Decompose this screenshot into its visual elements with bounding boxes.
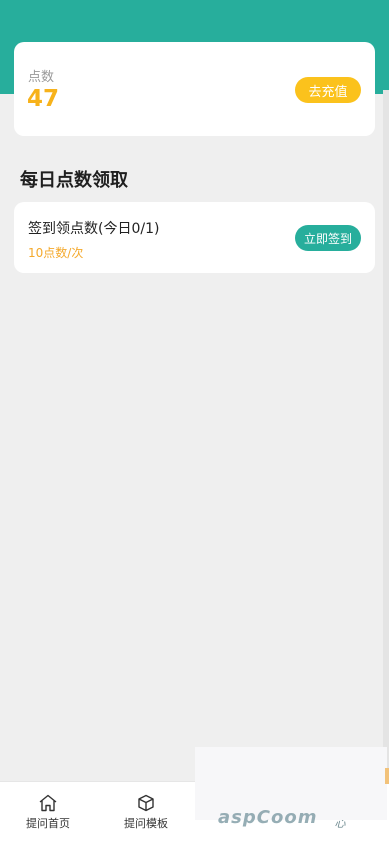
tab-template[interactable]: 提问模板 [106, 794, 186, 831]
tab-home-label: 提问首页 [26, 817, 70, 830]
checkin-card: 签到领点数(今日0/1) 10点数/次 立即签到 [14, 202, 375, 273]
points-card: 点数 47 去充值 [14, 42, 375, 136]
checkin-title: 签到领点数(今日0/1) [28, 221, 160, 237]
watermark: aspCoom [218, 807, 318, 828]
tab-template-label: 提问模板 [124, 817, 168, 830]
home-icon [38, 794, 58, 812]
section-title: 每日点数领取 [20, 170, 128, 191]
edge-badge [385, 768, 389, 784]
scroll-edge [383, 90, 389, 780]
points-value: 47 [27, 86, 60, 112]
tab-home[interactable]: 提问首页 [8, 794, 88, 831]
recharge-button[interactable]: 去充值 [295, 77, 361, 103]
points-label: 点数 [28, 70, 55, 85]
cube-icon [137, 794, 155, 812]
checkin-reward: 10点数/次 [28, 246, 84, 260]
checkin-button[interactable]: 立即签到 [295, 225, 361, 251]
